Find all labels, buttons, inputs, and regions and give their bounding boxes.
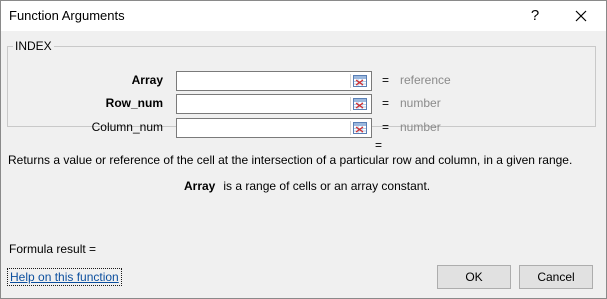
array-field[interactable] [176,71,372,91]
arg-equals: = [382,73,390,87]
arg-label-array: Array [131,73,163,87]
argument-help-text: is a range of cells or an array constant… [223,179,431,193]
range-select-icon [353,75,367,87]
close-button[interactable] [567,4,595,28]
arg-hint-array: reference [400,73,451,87]
title-bar: Function Arguments ? [1,1,606,31]
help-on-function-link[interactable]: Help on this function [7,268,122,286]
arg-label-row-num: Row_num [105,96,163,110]
row-num-range-select-button[interactable] [350,97,369,111]
row-num-input[interactable] [177,95,353,113]
function-description: Returns a value or reference of the cell… [8,153,573,167]
row-num-field[interactable] [176,94,372,114]
cancel-button[interactable]: Cancel [519,265,593,289]
arg-hint-row-num: number [400,96,441,110]
column-num-field[interactable] [176,118,372,138]
function-name-legend: INDEX [15,39,52,53]
ok-button[interactable]: OK [437,265,511,289]
argument-help-name: Array [184,179,216,193]
range-select-icon [353,122,367,134]
function-arguments-dialog: Function Arguments ? INDEX Array = refer… [0,0,607,299]
column-num-input[interactable] [177,119,353,137]
column-num-range-select-button[interactable] [350,121,369,135]
formula-result-label: Formula result = [9,242,97,256]
argument-help: Array is a range of cells or an array con… [184,179,430,193]
array-input[interactable] [177,72,353,90]
arg-equals: = [382,120,390,134]
function-group-index: INDEX Array = reference Row_num = number… [7,39,596,138]
help-button[interactable]: ? [521,4,549,28]
arg-equals: = [382,96,390,110]
range-select-icon [353,98,367,110]
function-result-equals: = [375,138,383,152]
arg-hint-column-num: number [400,120,441,134]
arg-label-column-num: Column_num [91,120,163,134]
dialog-title: Function Arguments [9,8,125,23]
array-range-select-button[interactable] [350,74,369,88]
close-icon [575,10,587,22]
